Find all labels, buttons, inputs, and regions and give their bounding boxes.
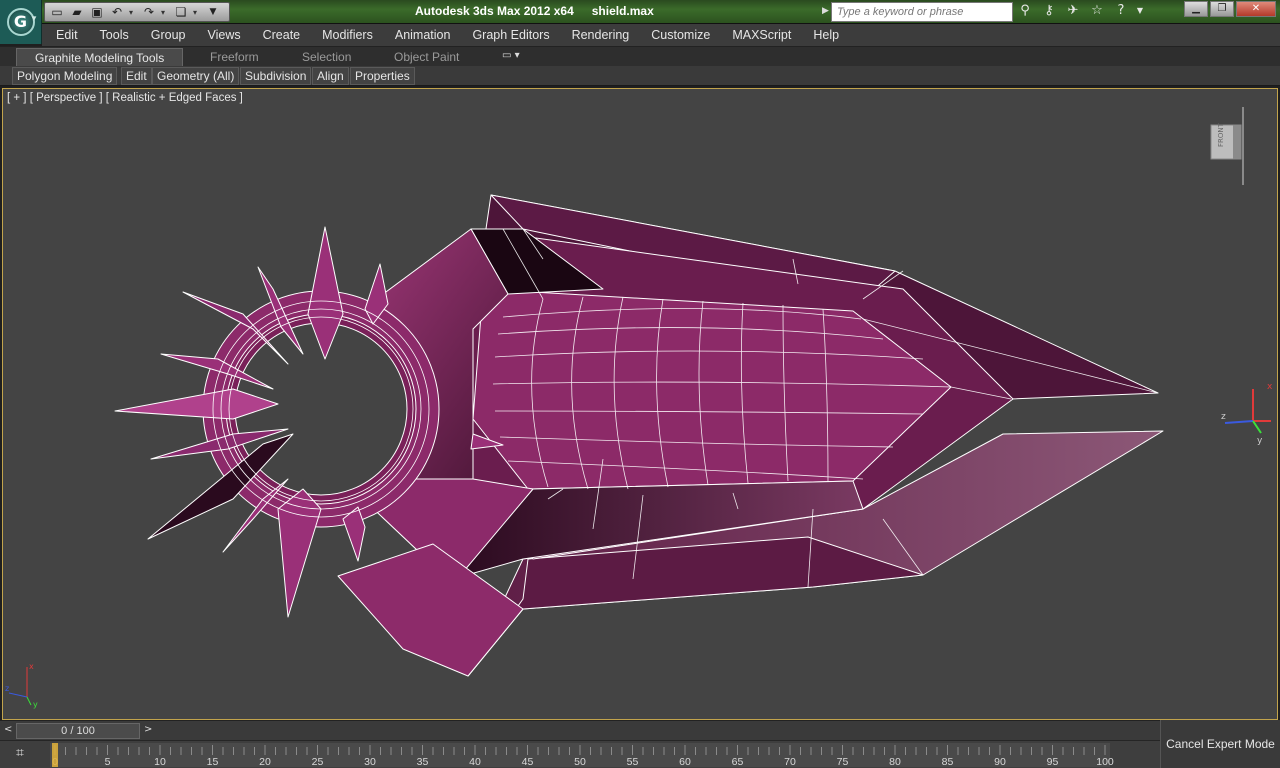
favorites-star-icon[interactable]: ☆ xyxy=(1088,1,1106,21)
quick-access-toolbar: ▭ ▰ ▣ ↶ ▾ ↷ ▾ ❏ ▾ ▼ xyxy=(44,2,230,22)
application-menu-button[interactable]: G ▼ xyxy=(0,0,42,44)
chevron-down-icon: ▼ xyxy=(30,14,38,23)
shield-mesh[interactable] xyxy=(3,89,1278,720)
ribbon-panel-bar: Polygon Modeling Edit Geometry (All) Sub… xyxy=(0,66,1280,86)
undo-dropdown-icon[interactable]: ▾ xyxy=(129,8,137,17)
menu-group[interactable]: Group xyxy=(140,28,197,42)
ribbon-options-icon[interactable]: ▭ ▾ xyxy=(502,50,520,61)
menu-graph-editors[interactable]: Graph Editors xyxy=(461,28,560,42)
search-expand-icon[interactable]: ▶ xyxy=(822,5,829,16)
menu-rendering[interactable]: Rendering xyxy=(561,28,641,42)
ruler-tick-label: 100 xyxy=(1096,756,1114,768)
menu-help[interactable]: Help xyxy=(802,28,850,42)
redo-icon[interactable]: ↷ xyxy=(141,4,157,20)
ruler-tick-label: 35 xyxy=(417,756,429,768)
panel-subdivision[interactable]: Subdivision xyxy=(240,67,312,85)
menu-animation[interactable]: Animation xyxy=(384,28,462,42)
tab-object-paint[interactable]: Object Paint xyxy=(394,48,459,66)
ruler-tick-label: 45 xyxy=(522,756,534,768)
menu-tools[interactable]: Tools xyxy=(89,28,140,42)
project-dropdown-icon[interactable]: ▾ xyxy=(193,8,201,17)
restore-button[interactable]: ❐ xyxy=(1210,1,1234,17)
corner-y-label: y xyxy=(33,700,38,709)
binoculars-icon[interactable]: ⚲ xyxy=(1016,1,1034,21)
menu-edit[interactable]: Edit xyxy=(42,28,89,42)
ruler-tick-label: 5 xyxy=(105,756,111,768)
viewcube-label: FRONT xyxy=(1217,122,1225,147)
corner-x-label: x xyxy=(29,662,34,671)
next-frame-button[interactable]: > xyxy=(144,724,152,735)
gizmo-z-label: z xyxy=(1221,412,1226,422)
menu-modifiers[interactable]: Modifiers xyxy=(311,28,384,42)
corner-z-label: z xyxy=(5,684,9,693)
help-icon[interactable]: ? xyxy=(1112,1,1130,21)
key-icon[interactable]: ⚷ xyxy=(1040,1,1058,21)
ruler-tick-label: 55 xyxy=(627,756,639,768)
app-title: Autodesk 3ds Max 2012 x64 xyxy=(415,4,574,18)
menu-create[interactable]: Create xyxy=(252,28,312,42)
panel-edit[interactable]: Edit xyxy=(121,67,152,85)
ruler-tick-label: 85 xyxy=(942,756,954,768)
frame-ruler: 0510152025303540455055606570758085909510… xyxy=(50,743,1114,768)
ruler-tick-label: 30 xyxy=(364,756,376,768)
minimize-button[interactable]: ▁ xyxy=(1184,1,1208,17)
menu-maxscript[interactable]: MAXScript xyxy=(721,28,802,42)
file-name: shield.max xyxy=(591,4,654,18)
ruler-tick-label: 80 xyxy=(889,756,901,768)
viewcube-icon[interactable]: FRONT xyxy=(1203,107,1253,185)
ruler-tick-label: 75 xyxy=(837,756,849,768)
ruler-tick-label: 70 xyxy=(784,756,796,768)
cancel-expert-mode-button[interactable]: Cancel Expert Mode xyxy=(1160,720,1280,768)
satellite-icon[interactable]: ✈ xyxy=(1064,1,1082,21)
panel-properties[interactable]: Properties xyxy=(350,67,415,85)
gizmo-x-label: x xyxy=(1267,382,1273,392)
ruler-tick-label: 40 xyxy=(469,756,481,768)
tab-graphite-modeling-tools[interactable]: Graphite Modeling Tools xyxy=(16,48,184,66)
tab-freeform[interactable]: Freeform xyxy=(210,48,259,66)
world-axis-icon: x z y xyxy=(5,662,38,709)
axis-tripod-icon: x y z xyxy=(1221,382,1273,446)
current-frame-marker[interactable] xyxy=(52,743,58,767)
gizmo-y-label: y xyxy=(1257,436,1263,446)
close-button[interactable]: ✕ xyxy=(1236,1,1276,17)
ruler-tick-label: 95 xyxy=(1047,756,1059,768)
menu-bar: Edit Tools Group Views Create Modifiers … xyxy=(42,24,1280,46)
ribbon-tab-bar: Graphite Modeling Tools Freeform Selecti… xyxy=(0,46,1280,66)
save-icon[interactable]: ▣ xyxy=(89,4,105,20)
tab-selection[interactable]: Selection xyxy=(302,48,351,66)
open-file-icon[interactable]: ▰ xyxy=(69,4,85,20)
menu-customize[interactable]: Customize xyxy=(640,28,721,42)
panel-polygon-modeling[interactable]: Polygon Modeling xyxy=(12,67,118,85)
ruler-tick-label: 20 xyxy=(259,756,271,768)
perspective-viewport[interactable]: [ + ] [ Perspective ] [ Realistic + Edge… xyxy=(2,88,1278,720)
time-slider-bar: < 0 / 100 > xyxy=(0,720,1160,740)
ruler-tick-label: 50 xyxy=(574,756,586,768)
track-bar[interactable]: ⌗ 05101520253035404550556065707580859095… xyxy=(0,740,1160,768)
ruler-tick-label: 25 xyxy=(312,756,324,768)
ruler-tick-label: 15 xyxy=(207,756,219,768)
customize-toolbar-icon[interactable]: ▼ xyxy=(205,4,221,20)
ruler-tick-label: 10 xyxy=(154,756,166,768)
project-folder-icon[interactable]: ❏ xyxy=(173,4,189,20)
ruler-tick-label: 60 xyxy=(679,756,691,768)
new-file-icon[interactable]: ▭ xyxy=(49,4,65,20)
panel-geometry-all[interactable]: Geometry (All) xyxy=(152,67,240,85)
search-input[interactable]: Type a keyword or phrase xyxy=(831,2,1013,22)
menu-views[interactable]: Views xyxy=(196,28,251,42)
panel-align[interactable]: Align xyxy=(312,67,349,85)
window-title: Autodesk 3ds Max 2012 x64 shield.max xyxy=(415,4,654,18)
undo-icon[interactable]: ↶ xyxy=(109,4,125,20)
prev-frame-button[interactable]: < xyxy=(4,724,12,735)
ruler-tick-label: 65 xyxy=(732,756,744,768)
ruler-tick-label: 90 xyxy=(994,756,1006,768)
time-slider[interactable]: 0 / 100 xyxy=(16,723,140,739)
window-controls: ▁ ❐ ✕ xyxy=(1184,1,1276,17)
infocenter-toolbar: ⚲ ⚷ ✈ ☆ ? ▼ xyxy=(1016,1,1144,21)
redo-dropdown-icon[interactable]: ▾ xyxy=(161,8,169,17)
help-dropdown-icon[interactable]: ▼ xyxy=(1136,1,1144,21)
